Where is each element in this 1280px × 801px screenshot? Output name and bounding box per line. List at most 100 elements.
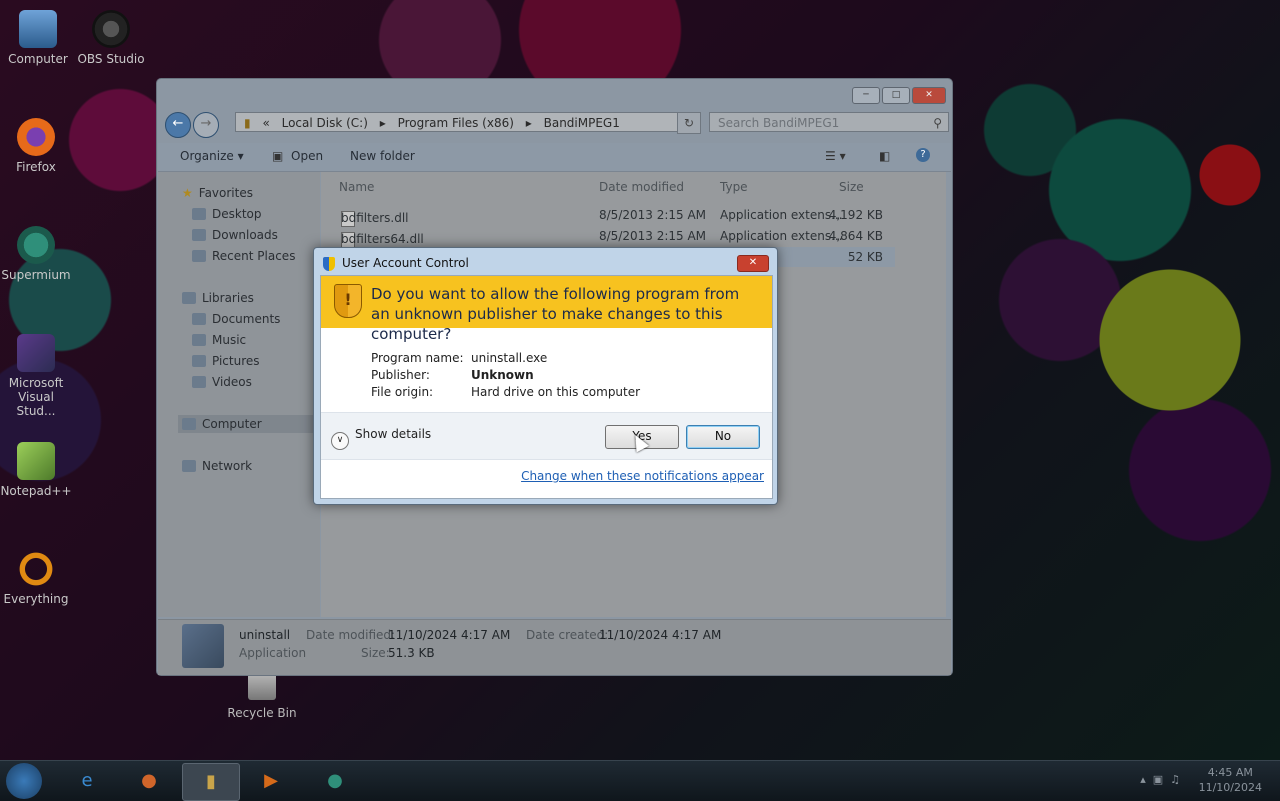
desktop-icon-label: Everything [3,592,69,606]
downloads-icon [192,229,206,241]
show-details-toggle[interactable]: ∨ Show details [331,427,431,450]
taskbar-media-player[interactable]: ▶ [246,763,296,799]
navigation-pane: ★ Favorites Desktop Downloads Recent Plac… [158,172,322,617]
libraries-icon [182,292,196,304]
warning-banner: ! Do you want to allow the following pro… [321,276,772,343]
desktop-icon-computer[interactable]: Computer [2,10,74,66]
nav-network[interactable]: Network [182,459,252,473]
close-button[interactable]: ✕ [912,87,946,104]
button-row: ∨ Show details Yes No [321,412,772,460]
help-icon[interactable]: ? [916,148,930,162]
file-origin-value: Hard drive on this computer [471,385,641,399]
details-size: 51.3 KB [388,646,435,660]
nav-favorites[interactable]: ★ Favorites [182,186,253,200]
view-options-icon[interactable]: ☰ ▾ [825,149,846,163]
details-kind: Application [239,646,307,660]
desktop-icon-visual-studio[interactable]: Microsoft Visual Stud... [0,334,72,418]
preview-pane-icon[interactable]: ◧ [879,149,890,163]
start-button[interactable] [6,763,42,799]
breadcrumb-item[interactable]: Program Files (x86) [398,116,514,130]
minimize-button[interactable]: ─ [852,87,880,104]
nav-pictures[interactable]: Pictures [192,354,260,368]
system-tray-icons[interactable]: ▴ ▣ ♫ [1140,773,1180,786]
details-name: uninstall [239,628,291,642]
file-size: 4,864 KB [828,229,883,243]
dialog-body: ! Do you want to allow the following pro… [320,275,773,499]
desktop-icon-label: Supermium [1,268,71,282]
clock-time: 4:45 AM [1207,766,1253,779]
desktop-icon-notepad-plus-plus[interactable]: Notepad++ [0,442,72,498]
uac-shield-icon [323,257,335,271]
obs-studio-icon [92,10,130,48]
change-notifications-link[interactable]: Change when these notifications appear [521,469,764,483]
forward-button[interactable]: → [193,112,219,138]
file-origin-label: File origin: [371,385,434,399]
details-date-created: 11/10/2024 4:17 AM [599,628,722,642]
file-row[interactable]: bdfilters64.dll 8/5/2013 2:15 AM Applica… [335,226,895,248]
nav-libraries[interactable]: Libraries [182,291,254,305]
nav-computer[interactable]: Computer [178,415,322,433]
file-row[interactable]: bdfilters.dll 8/5/2013 2:15 AM Applicati… [335,205,895,227]
computer-icon [182,418,196,430]
open-button[interactable]: Open [291,149,323,163]
maximize-button[interactable]: □ [882,87,910,104]
taskbar-firefox[interactable]: ● [124,763,174,799]
chevron-right-icon: ▸ [525,116,532,130]
column-header-size[interactable]: Size [839,180,864,194]
file-size: 4,192 KB [828,208,883,222]
no-button[interactable]: No [686,425,760,449]
column-header-type[interactable]: Type [720,180,748,194]
desktop-icon-everything[interactable]: Everything [0,550,72,606]
taskbar-internet-explorer[interactable]: e [62,763,112,799]
clock[interactable]: 4:45 AM 11/10/2024 [1199,765,1262,795]
desktop-icon-recycle-bin[interactable]: Recycle Bin [226,672,298,720]
breadcrumb-item[interactable]: Local Disk (C:) [282,116,368,130]
nav-music[interactable]: Music [192,333,246,347]
uac-question: Do you want to allow the following progr… [371,285,740,343]
network-icon: ▣ [1152,773,1164,786]
desktop-icon-label: Recycle Bin [227,706,297,720]
taskbar-supermium[interactable]: ● [310,763,360,799]
network-icon [182,460,196,472]
desktop-icon-firefox[interactable]: Firefox [0,118,72,174]
column-header-date[interactable]: Date modified [599,180,684,194]
details-date-created-label: Date created: [526,628,609,642]
details-size-label: Size: [361,646,390,660]
search-input[interactable]: Search BandiMPEG1 ⚲ [709,112,949,132]
nav-desktop[interactable]: Desktop [192,207,262,221]
program-properties: Program name: uninstall.exe Publisher: Unk… [371,350,640,401]
nav-downloads[interactable]: Downloads [192,228,278,242]
publisher-value: Unknown [471,368,534,382]
everything-icon [17,550,55,588]
back-button[interactable]: ← [165,112,191,138]
details-pane: uninstall Application Date modified: 11/… [158,619,951,675]
file-name: bdfilters64.dll [341,232,424,246]
breadcrumb-item[interactable]: BandiMPEG1 [544,116,620,130]
dialog-close-button[interactable]: ✕ [737,255,769,272]
refresh-button[interactable]: ↻ [677,112,701,134]
volume-icon: ♫ [1170,773,1180,786]
desktop-icon-label: Firefox [16,160,56,174]
chevron-down-icon: ∨ [331,432,349,450]
folder-icon: ▮ [244,116,251,130]
organize-button[interactable]: Organize ▾ [180,149,244,163]
new-folder-button[interactable]: New folder [350,149,415,163]
taskbar-file-explorer[interactable]: ▮ [182,763,240,801]
nav-videos[interactable]: Videos [192,375,252,389]
nav-recent-places[interactable]: Recent Places [192,249,295,263]
file-name: bdfilters.dll [341,211,409,225]
desktop-icon-supermium[interactable]: Supermium [0,226,72,282]
warning-shield-icon: ! [334,284,362,318]
details-date-modified: 11/10/2024 4:17 AM [388,628,511,642]
chevron-up-icon: ▴ [1140,773,1146,786]
supermium-icon [17,226,55,264]
clock-date: 11/10/2024 [1198,781,1262,794]
nav-documents[interactable]: Documents [192,312,280,326]
address-bar[interactable]: ▮ « Local Disk (C:) ▸ Program Files (x86… [235,112,695,132]
search-icon: ⚲ [933,116,942,130]
desktop-icon-obs-studio[interactable]: OBS Studio [75,10,147,66]
column-header-name[interactable]: Name [339,180,374,194]
desktop-icon-label: Computer [8,52,68,66]
window-controls: ─ □ ✕ [852,87,946,104]
recent-places-icon [192,250,206,262]
